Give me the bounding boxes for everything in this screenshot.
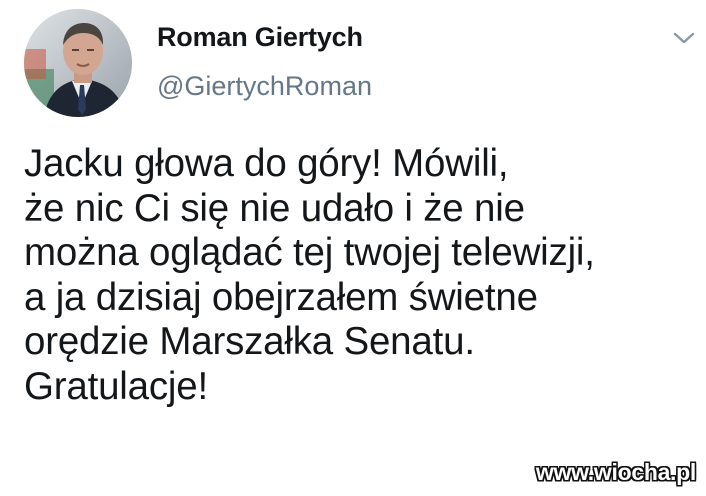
tweet-card: Roman Giertych @GiertychRoman Jacku głow…: [0, 0, 706, 496]
author-avatar[interactable]: [24, 9, 132, 117]
watermark: www.wiocha.pl: [535, 459, 696, 485]
avatar-photo-icon: [24, 9, 132, 117]
author-name[interactable]: Roman Giertych: [157, 22, 363, 53]
tweet-text: Jacku głowa do góry! Mówili, że nic Ci s…: [24, 142, 595, 408]
author-handle[interactable]: @GiertychRoman: [157, 71, 372, 102]
tweet-menu-button[interactable]: [671, 27, 697, 49]
chevron-down-icon: [673, 32, 695, 44]
